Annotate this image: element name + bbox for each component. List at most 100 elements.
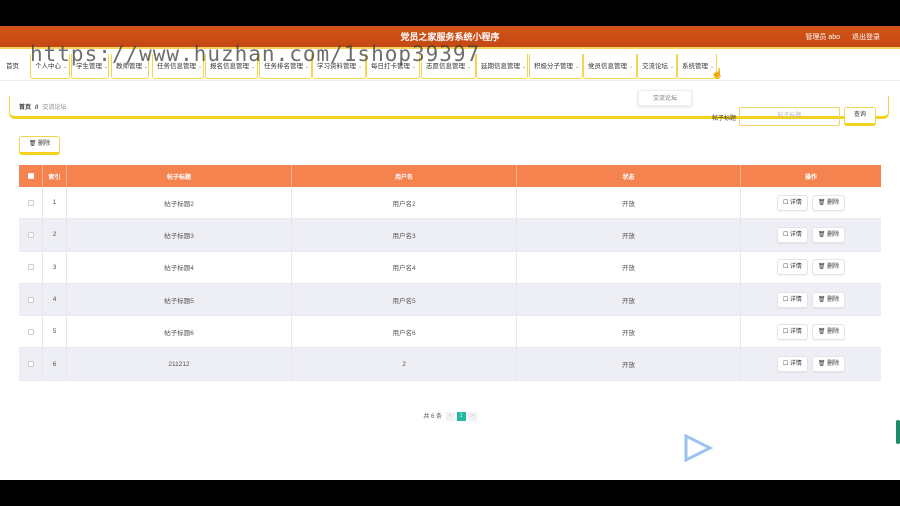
user-area: 管理员 abo 退出登录 [795,26,880,49]
nav-item-7[interactable]: 学习资料管理 ⌄ [312,54,366,79]
detail-button[interactable]: ☐ 详情 [776,259,808,276]
scrollbar[interactable] [896,420,900,444]
chevron-down-icon: ⌄ [522,64,527,70]
search-button[interactable]: 查询 [844,107,876,126]
batch-delete-label: 删除 [38,141,51,147]
search-input[interactable]: 帖子标题 [739,107,840,126]
nav-item-8[interactable]: 每日打卡管理 ⌄ [366,54,420,79]
trash-icon: 🗑 [28,141,37,147]
nav-item-1[interactable]: 个人中心 ⌄ [30,54,70,79]
cursor-hand-icon: ☝ [711,69,724,80]
nav-item-label: 教师管理 [116,63,142,70]
nav-item-label: 志愿信息管理 [426,63,465,70]
delete-button[interactable]: 🗑 删除 [811,356,846,373]
nav-item-label: 延期信息管理 [481,63,520,70]
breadcrumb-separator: // [35,105,39,111]
delete-button[interactable]: 🗑 删除 [811,291,846,308]
delete-button[interactable]: 🗑 删除 [811,194,846,211]
chevron-down-icon: ⌄ [305,64,310,70]
row-status: 开放 [517,316,741,348]
nav-item-3[interactable]: 教师管理 ⌄ [111,54,149,79]
nav-item-10[interactable]: 延期信息管理 ⌄ [476,54,528,79]
delete-label: 删除 [827,296,840,303]
nav-item-label: 交流论坛 [642,63,668,70]
nav-item-label: 学生管理 [76,63,102,70]
select-all-checkbox[interactable] [19,165,43,187]
row-index: 1 [43,187,67,219]
table-row: 6 211212 2 开放 ☐ 详情 🗑 删除 [19,348,881,381]
row-status: 开放 [517,251,741,283]
delete-button[interactable]: 🗑 删除 [811,323,846,340]
detail-icon: ☐ [782,264,790,271]
table-row: 1 帖子标题2 用户名2 开放 ☐ 详情 🗑 删除 [19,187,881,220]
row-user: 2 [292,348,517,380]
delete-label: 删除 [827,231,840,238]
row-user: 用户名3 [292,219,517,251]
nav-item-label: 报名信息管理 [210,63,249,70]
detail-button[interactable]: ☐ 详情 [776,194,808,211]
table-row: 2 帖子标题3 用户名3 开放 ☐ 详情 🗑 删除 [19,219,881,252]
chevron-down-icon: ⌄ [670,64,675,70]
detail-label: 详情 [789,361,802,368]
table-body: 1 帖子标题2 用户名2 开放 ☐ 详情 🗑 删除 2 帖子标题3 用户名3 开放 ☐ 详情 🗑 删除… [19,187,881,381]
pagination-next[interactable]: > [467,412,477,421]
detail-label: 详情 [789,199,802,206]
detail-icon: ☐ [782,361,790,368]
row-status: 开放 [517,283,741,316]
breadcrumb-home[interactable]: 首页 [19,105,31,111]
detail-button[interactable]: ☐ 详情 [776,291,808,308]
row-index: 4 [43,283,67,316]
search-label: 帖子标题 [711,116,736,122]
nav-item-13[interactable]: 交流论坛 ⌄ [637,54,677,79]
row-checkbox[interactable] [19,219,43,251]
nav-item-label: 系统管理 [682,63,708,70]
pagination-total: 共 6 条 [423,414,442,421]
row-title: 帖子标题6 [67,316,292,348]
row-user: 用户名5 [292,283,517,316]
trash-icon: 🗑 [817,199,828,206]
delete-button[interactable]: 🗑 删除 [811,226,846,243]
app-title: 党员之家服务系统小程序 [400,32,500,42]
nav-item-12[interactable]: 党员信息管理 ⌄ [583,54,637,79]
detail-button[interactable]: ☐ 详情 [776,226,808,243]
row-index: 2 [43,219,67,251]
row-status: 开放 [517,348,741,380]
chevron-down-icon: ⌄ [104,64,109,70]
nav-item-4[interactable]: 任务信息管理 ⌄ [152,54,204,79]
row-checkbox[interactable] [19,251,43,283]
row-status: 开放 [517,187,741,219]
row-checkbox[interactable] [19,187,43,219]
row-checkbox[interactable] [19,283,43,316]
detail-label: 详情 [789,296,802,303]
nav-item-label: 任务排名管理 [264,63,303,70]
col-title: 帖子标题 [67,165,292,187]
dropdown-item-forum[interactable]: 交流论坛 [638,90,692,106]
detail-icon: ☐ [782,231,790,238]
nav-item-5[interactable]: 报名信息管理 ⌄ [205,54,258,79]
row-checkbox[interactable] [19,316,43,348]
batch-delete-button[interactable]: 🗑 删除 [19,136,60,155]
pagination-page-1[interactable]: 1 [456,412,466,421]
pagination-prev[interactable]: < [445,412,455,421]
chevron-down-icon: ⌄ [251,64,256,70]
nav-item-0[interactable]: 首页 [2,54,28,79]
delete-label: 删除 [827,199,840,206]
chevron-down-icon: ⌄ [144,64,149,70]
row-title: 211212 [67,348,292,380]
nav-item-2[interactable]: 学生管理 ⌄ [71,54,109,79]
nav-item-label: 个人中心 [35,63,61,70]
row-status: 开放 [517,219,741,251]
row-index: 6 [43,348,67,380]
row-actions: ☐ 详情 🗑 删除 [741,219,881,250]
nav-item-6[interactable]: 任务排名管理 ⌄ [259,54,312,79]
col-actions: 操作 [804,174,817,181]
detail-button[interactable]: ☐ 详情 [776,356,808,373]
nav-item-11[interactable]: 积极分子管理 ⌄ [529,54,583,79]
nav-item-9[interactable]: 志愿信息管理 ⌄ [421,54,476,79]
nav-item-label: 首页 [6,63,19,70]
logout-link[interactable]: 退出登录 [852,34,880,41]
row-title: 帖子标题3 [67,219,292,251]
row-checkbox[interactable] [19,348,43,380]
detail-button[interactable]: ☐ 详情 [776,323,808,340]
delete-button[interactable]: 🗑 删除 [811,259,846,276]
